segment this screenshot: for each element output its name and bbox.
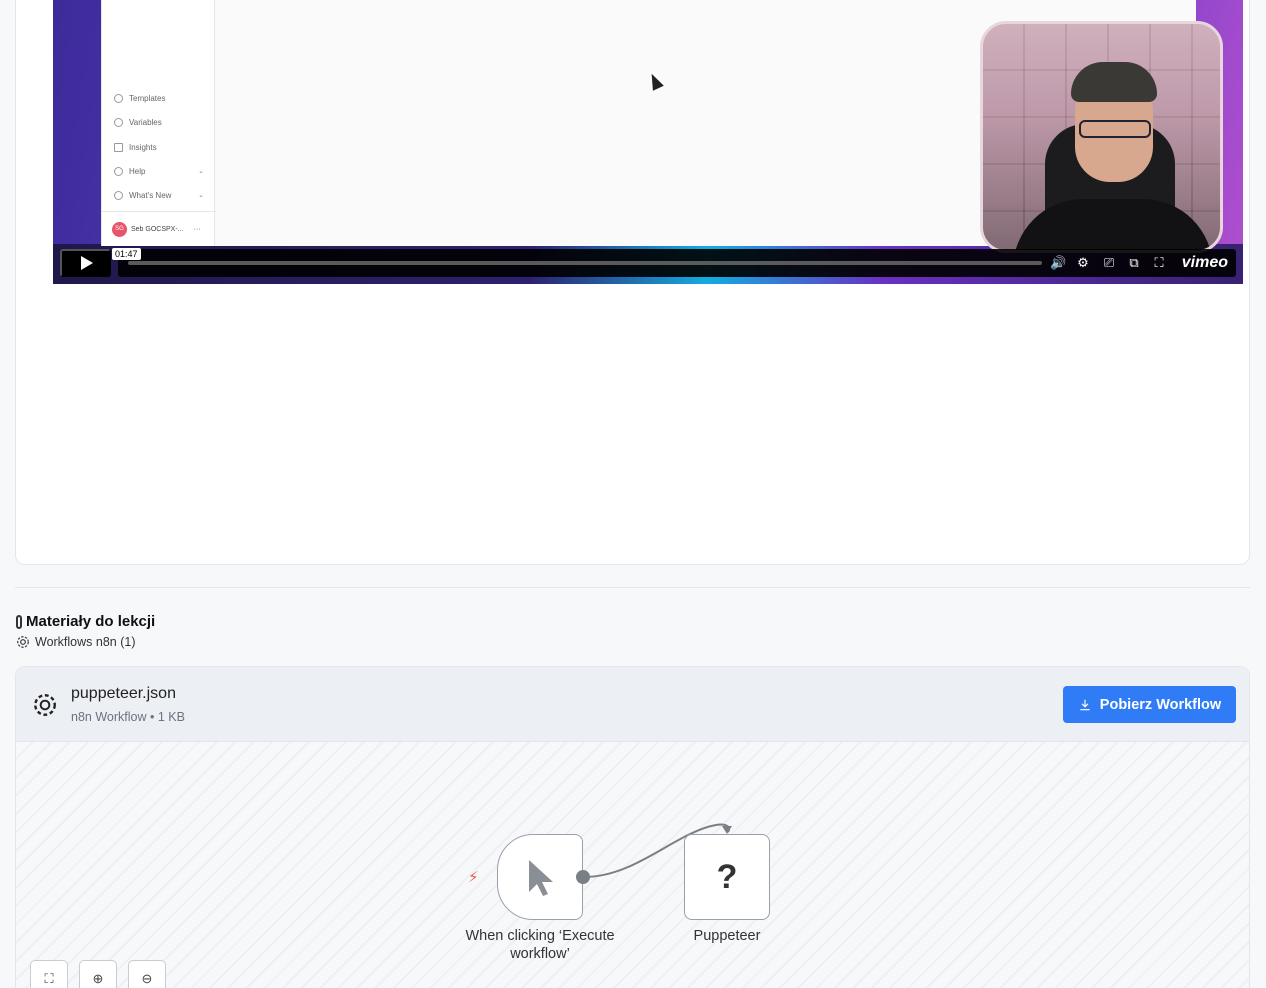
fullscreen-icon: ⛶	[44, 971, 54, 986]
cast-icon[interactable]: ⎚	[1101, 255, 1117, 271]
mouse-cursor-icon	[646, 71, 664, 91]
webcam-overlay	[980, 21, 1223, 253]
chevron-down-icon: ⌄	[198, 192, 204, 199]
insights-icon	[114, 142, 123, 152]
workflows-count-label: Workflows n8n (1)	[35, 635, 136, 649]
workflow-card-header: puppeteer.json n8n Workflow • 1 KB Pobie…	[16, 667, 1249, 742]
recorded-sidebar-item: Insights	[114, 140, 204, 154]
workflow-node-trigger[interactable]	[497, 834, 583, 920]
play-button[interactable]	[60, 249, 111, 277]
variables-icon	[114, 117, 123, 127]
materials-title: Materiały do lekcji	[26, 613, 156, 630]
recorded-sidebar-item: Templates	[114, 91, 204, 105]
picture-in-picture-icon[interactable]: ⧉	[1126, 255, 1142, 271]
video-controls: 🔊 ⚙ ⎚ ⧉ ⛶ vimeo	[60, 249, 1236, 277]
download-workflow-button[interactable]: Pobierz Workflow	[1063, 686, 1236, 723]
volume-icon[interactable]: 🔊	[1050, 255, 1066, 271]
lesson-video-card: Templates Variables Insights Help ⌄ What…	[15, 0, 1250, 565]
unknown-node-icon: ?	[716, 857, 738, 896]
workflow-canvas[interactable]: ⚡ ? When clicking ‘Execute workflow’ Pup…	[16, 742, 1249, 988]
paperclip-icon	[16, 614, 22, 629]
zoom-out-button[interactable]: ⊖	[128, 960, 166, 988]
trigger-bolt-icon: ⚡	[468, 869, 479, 886]
workflow-file-name: puppeteer.json	[71, 685, 176, 702]
templates-icon	[114, 93, 123, 103]
video-player[interactable]: Templates Variables Insights Help ⌄ What…	[53, 0, 1243, 284]
progress-track[interactable]	[128, 261, 1042, 265]
sidebar-item-label: Insights	[129, 142, 157, 152]
recorded-sidebar: Templates Variables Insights Help ⌄ What…	[101, 0, 216, 246]
cursor-arrow-icon	[529, 860, 553, 896]
n8n-gear-icon	[17, 636, 29, 648]
node-label: Puppeteer	[693, 928, 761, 944]
connection-line	[583, 823, 732, 878]
node-output-port[interactable]	[576, 870, 590, 884]
node-label: When clicking ‘Execute workflow’	[465, 928, 615, 962]
workflow-node-puppeteer[interactable]: ?	[684, 834, 770, 920]
workflow-card: puppeteer.json n8n Workflow • 1 KB Pobie…	[15, 666, 1250, 988]
zoom-out-icon: ⊖	[141, 971, 153, 986]
materials-heading: Materiały do lekcji	[16, 613, 155, 630]
more-icon: ···	[193, 225, 201, 233]
sidebar-item-label: Templates	[129, 93, 166, 103]
section-divider	[15, 587, 1250, 588]
recorded-user-row: SG Seb GOCSPX-... ···	[102, 211, 216, 246]
vimeo-logo[interactable]: vimeo	[1182, 254, 1228, 272]
recorded-sidebar-item: Variables	[114, 115, 204, 129]
sidebar-item-label: Help	[129, 166, 146, 176]
help-icon	[114, 166, 123, 176]
sidebar-item-label: Variables	[129, 117, 162, 127]
user-name: Seb GOCSPX-...	[131, 225, 184, 233]
download-button-label: Pobierz Workflow	[1099, 696, 1222, 713]
webcam-person-hair	[1071, 62, 1157, 102]
download-icon	[1080, 699, 1090, 710]
workflow-file-meta: n8n Workflow • 1 KB	[71, 710, 185, 724]
sidebar-item-label: What's New	[129, 190, 172, 200]
zoom-in-button[interactable]: ⊕	[79, 960, 117, 988]
n8n-gear-icon	[34, 694, 56, 716]
bell-icon	[114, 190, 123, 200]
materials-subheading: Workflows n8n (1)	[16, 635, 136, 649]
play-icon	[81, 256, 93, 270]
webcam-person-glasses	[1079, 120, 1151, 138]
timestamp-tooltip: 01:47	[112, 248, 141, 260]
recorded-sidebar-item: Help ⌄	[114, 164, 204, 178]
chevron-down-icon: ⌄	[198, 168, 204, 175]
fullscreen-icon[interactable]: ⛶	[1151, 255, 1167, 271]
avatar: SG	[112, 221, 127, 237]
control-bar: 🔊 ⚙ ⎚ ⧉ ⛶ vimeo	[118, 249, 1236, 277]
fit-view-button[interactable]: ⛶	[30, 960, 68, 988]
settings-gear-icon[interactable]: ⚙	[1075, 255, 1091, 271]
recorded-sidebar-item: What's New ⌄	[114, 188, 204, 202]
zoom-in-icon: ⊕	[92, 971, 104, 986]
